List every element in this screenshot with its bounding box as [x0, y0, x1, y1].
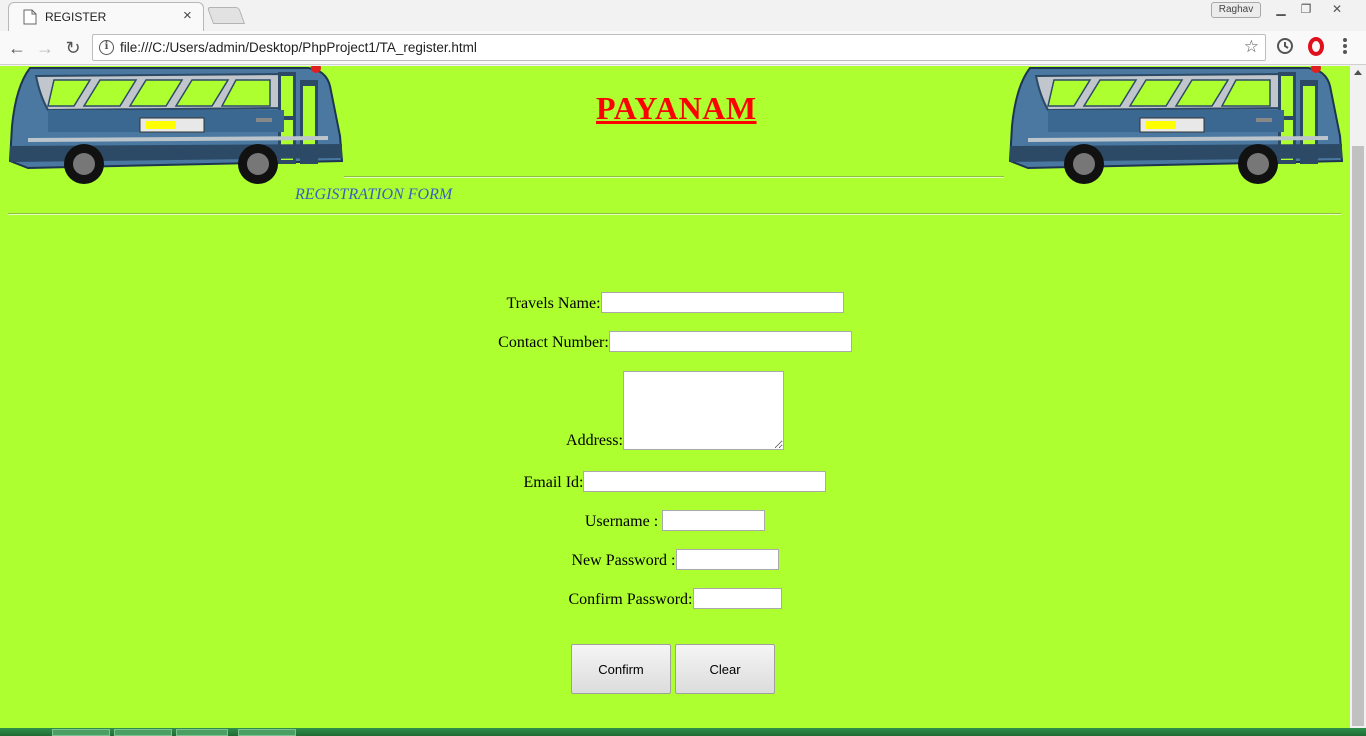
taskbar-item[interactable] — [238, 729, 296, 736]
minimize-icon[interactable]: ▁ — [1270, 2, 1292, 18]
form-heading: REGISTRATION FORM — [295, 186, 453, 203]
taskbar-item[interactable] — [176, 729, 228, 736]
close-icon[interactable]: × — [183, 7, 192, 24]
contact-number-label: Contact Number: — [498, 334, 609, 351]
username-row: Username : — [0, 510, 1350, 531]
new-password-label: New Password : — [571, 552, 676, 569]
tab-title: REGISTER — [45, 10, 107, 24]
taskbar-item[interactable] — [52, 729, 110, 736]
clear-button[interactable]: Clear — [675, 644, 775, 694]
history-icon[interactable] — [1275, 36, 1295, 56]
confirm-password-input[interactable] — [692, 588, 782, 609]
address-row: Address: — [0, 371, 1350, 450]
confirm-button[interactable]: Confirm — [571, 644, 671, 694]
scroll-thumb[interactable] — [1352, 146, 1364, 726]
address-label: Address: — [566, 432, 623, 449]
profile-button[interactable]: Raghav — [1211, 2, 1261, 18]
heading-divider — [8, 213, 1341, 215]
back-icon[interactable]: ← — [6, 37, 28, 59]
star-icon[interactable]: ☆ — [1244, 37, 1259, 57]
username-input[interactable] — [662, 510, 766, 531]
taskbar — [0, 728, 1366, 736]
opera-icon[interactable] — [1308, 37, 1324, 56]
email-id-label: Email Id: — [523, 474, 584, 491]
page-icon — [23, 9, 37, 25]
page-viewport: PAYANAM REGISTRATION FORM Travels Name: … — [0, 66, 1350, 728]
page-scrollbar[interactable] — [1350, 66, 1366, 728]
bus-image-right — [1008, 66, 1343, 184]
email-id-row: Email Id: — [0, 471, 1350, 492]
menu-icon[interactable] — [1342, 36, 1348, 56]
title-divider — [344, 176, 1004, 178]
window-close-icon[interactable]: ✕ — [1326, 2, 1348, 18]
travels-name-input[interactable] — [600, 292, 844, 313]
new-tab-button[interactable] — [206, 7, 246, 24]
scroll-up-icon[interactable] — [1354, 70, 1362, 75]
reload-icon[interactable]: ↻ — [62, 37, 84, 59]
tab-register[interactable]: REGISTER × — [8, 2, 204, 31]
address-bar[interactable]: i file:///C:/Users/admin/Desktop/PhpProj… — [92, 34, 1266, 61]
restore-icon[interactable]: ❐ — [1295, 2, 1317, 18]
site-title: PAYANAM — [596, 90, 757, 126]
contact-number-input[interactable] — [608, 331, 852, 352]
browser-toolbar: ← → ↻ i file:///C:/Users/admin/Desktop/P… — [0, 31, 1366, 65]
confirm-password-label: Confirm Password: — [568, 591, 693, 608]
taskbar-item[interactable] — [114, 729, 172, 736]
url-text[interactable]: file:///C:/Users/admin/Desktop/PhpProjec… — [120, 40, 477, 55]
travels-name-row: Travels Name: — [0, 292, 1350, 313]
travels-name-label: Travels Name: — [506, 295, 601, 312]
contact-number-row: Contact Number: — [0, 331, 1350, 352]
new-password-input[interactable] — [675, 549, 779, 570]
forward-icon[interactable]: → — [34, 37, 56, 59]
new-password-row: New Password : — [0, 549, 1350, 570]
tab-strip: REGISTER × Raghav ▁ ❐ ✕ — [0, 0, 1366, 31]
email-id-input[interactable] — [583, 471, 827, 492]
bus-image-left — [8, 66, 343, 184]
address-textarea[interactable] — [622, 371, 784, 450]
info-icon[interactable]: i — [99, 40, 114, 55]
confirm-password-row: Confirm Password: — [0, 588, 1350, 609]
username-label: Username : — [584, 513, 659, 530]
